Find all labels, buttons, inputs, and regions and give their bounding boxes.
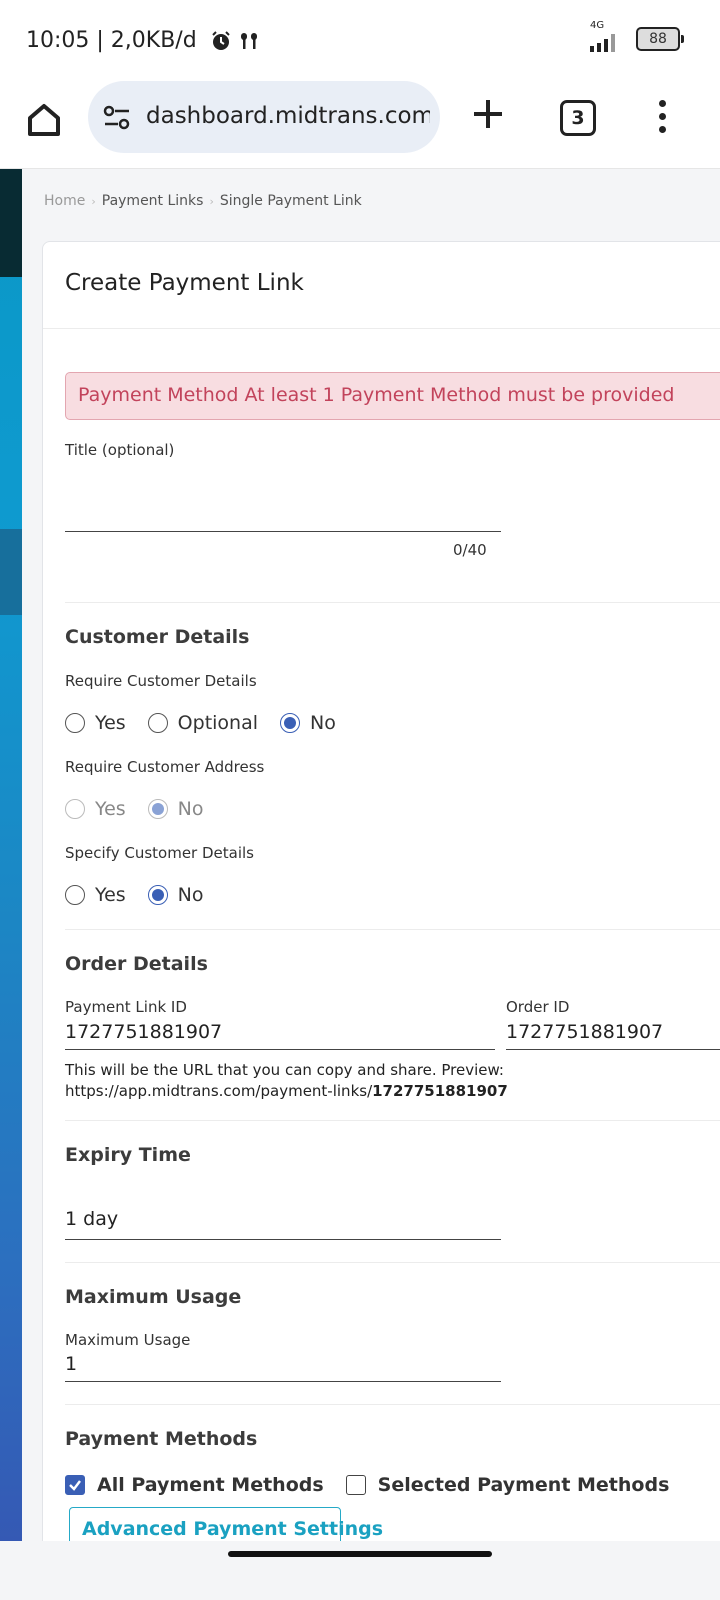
require-customer-address-label: Require Customer Address bbox=[65, 758, 265, 776]
signal-icon: 4G bbox=[590, 20, 626, 52]
require-address-no-radio[interactable]: No bbox=[147, 798, 204, 820]
title-char-counter: 0/40 bbox=[453, 541, 487, 559]
status-time: 10:05 | 2,0KB/d bbox=[26, 28, 197, 53]
specify-details-no-radio[interactable]: No bbox=[147, 884, 204, 906]
breadcrumb-current: Single Payment Link bbox=[219, 193, 362, 209]
home-button[interactable] bbox=[22, 98, 66, 142]
title-field-label: Title (optional) bbox=[65, 441, 175, 459]
require-details-optional-radio[interactable]: Optional bbox=[147, 712, 258, 734]
require-details-no-radio[interactable]: No bbox=[280, 712, 336, 734]
page-title: Create Payment Link bbox=[65, 270, 304, 296]
expiry-time-select[interactable]: 1 day bbox=[65, 1208, 118, 1230]
payment-link-preview-id: 1727751881907 bbox=[372, 1082, 508, 1100]
maximum-usage-label: Maximum Usage bbox=[65, 1331, 191, 1349]
app-sidebar[interactable] bbox=[0, 169, 22, 1541]
tab-switcher-button[interactable]: 3 bbox=[560, 100, 596, 136]
specify-customer-details-group: Yes No bbox=[65, 884, 226, 906]
checkmark-icon bbox=[69, 1480, 81, 1491]
error-alert-text: Payment Method At least 1 Payment Method… bbox=[78, 384, 675, 406]
breadcrumb-payment-links[interactable]: Payment Links bbox=[102, 193, 204, 209]
payment-methods-heading: Payment Methods bbox=[65, 1428, 258, 1450]
payment-link-help: This will be the URL that you can copy a… bbox=[65, 1061, 508, 1100]
error-alert: Payment Method At least 1 Payment Method… bbox=[65, 372, 720, 420]
earbuds-icon bbox=[241, 32, 258, 49]
title-input[interactable] bbox=[65, 464, 501, 530]
plus-icon bbox=[474, 100, 502, 128]
url-text[interactable]: dashboard.midtrans.com/s bbox=[146, 103, 430, 129]
expiry-time-heading: Expiry Time bbox=[65, 1144, 191, 1166]
new-tab-button[interactable] bbox=[468, 94, 508, 138]
system-nav-bar bbox=[0, 1541, 720, 1600]
site-settings-icon[interactable] bbox=[102, 103, 132, 133]
create-payment-link-card: Create Payment Link Payment Method At le… bbox=[42, 241, 720, 1541]
require-details-yes-radio[interactable]: Yes bbox=[65, 712, 126, 734]
require-customer-details-group: Yes Optional No bbox=[65, 712, 358, 734]
status-bar: 10:05 | 2,0KB/d 4G 88 bbox=[0, 0, 720, 80]
require-customer-details-label: Require Customer Details bbox=[65, 672, 257, 690]
maximum-usage-heading: Maximum Usage bbox=[65, 1286, 242, 1308]
order-id-label: Order ID bbox=[506, 998, 570, 1016]
payment-link-id-label: Payment Link ID bbox=[65, 998, 187, 1016]
order-id-input[interactable]: 1727751881907 bbox=[506, 1021, 663, 1043]
payment-methods-group: All Payment Methods Selected Payment Met… bbox=[65, 1474, 691, 1496]
browser-toolbar: dashboard.midtrans.com/s 3 bbox=[0, 80, 720, 169]
address-bar[interactable]: dashboard.midtrans.com/s bbox=[88, 81, 440, 153]
home-icon bbox=[28, 104, 60, 136]
require-customer-address-group: Yes No bbox=[65, 798, 226, 820]
page-content: Home › Payment Links › Single Payment Link C… bbox=[22, 169, 720, 1541]
specify-customer-details-label: Specify Customer Details bbox=[65, 844, 254, 862]
battery-icon: 88 bbox=[636, 27, 684, 51]
require-address-yes-radio[interactable]: Yes bbox=[65, 798, 126, 820]
breadcrumb-home[interactable]: Home bbox=[44, 193, 85, 209]
selected-payment-methods-checkbox[interactable]: Selected Payment Methods bbox=[345, 1474, 669, 1496]
more-vert-icon bbox=[658, 100, 666, 107]
payment-link-id-input[interactable]: 1727751881907 bbox=[65, 1021, 222, 1043]
specify-details-yes-radio[interactable]: Yes bbox=[65, 884, 126, 906]
home-gesture-handle[interactable] bbox=[228, 1551, 492, 1557]
advanced-payment-settings-button[interactable]: Advanced Payment Settings bbox=[69, 1507, 383, 1541]
maximum-usage-input[interactable]: 1 bbox=[65, 1353, 77, 1375]
order-details-heading: Order Details bbox=[65, 953, 208, 975]
customer-details-heading: Customer Details bbox=[65, 626, 250, 648]
breadcrumb: Home › Payment Links › Single Payment Link bbox=[44, 193, 362, 209]
alarm-icon bbox=[212, 30, 230, 50]
all-payment-methods-checkbox[interactable]: All Payment Methods bbox=[65, 1474, 324, 1496]
more-menu-button[interactable] bbox=[652, 100, 672, 140]
